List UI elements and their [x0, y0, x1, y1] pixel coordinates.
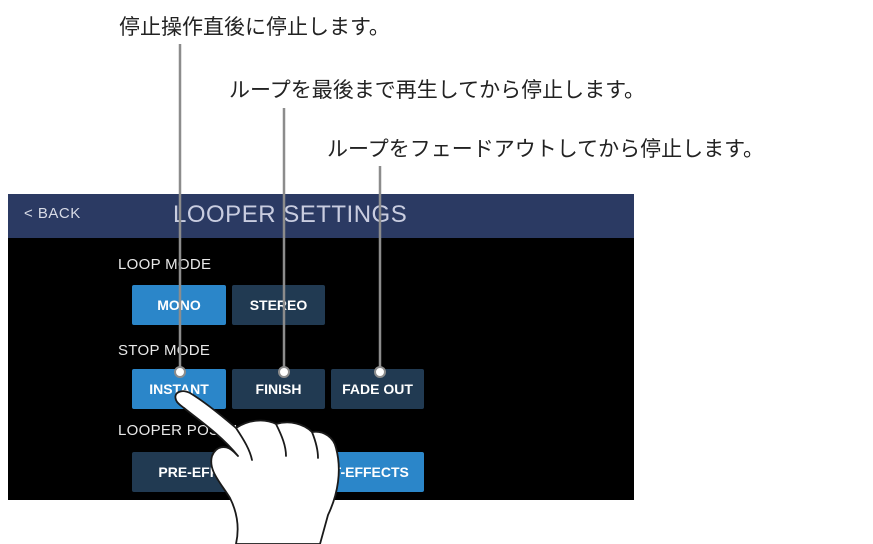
leader-dots [174, 366, 386, 378]
pointing-hand-icon [174, 390, 340, 544]
annotation-overlay [174, 44, 386, 544]
leader-lines [178, 44, 382, 371]
